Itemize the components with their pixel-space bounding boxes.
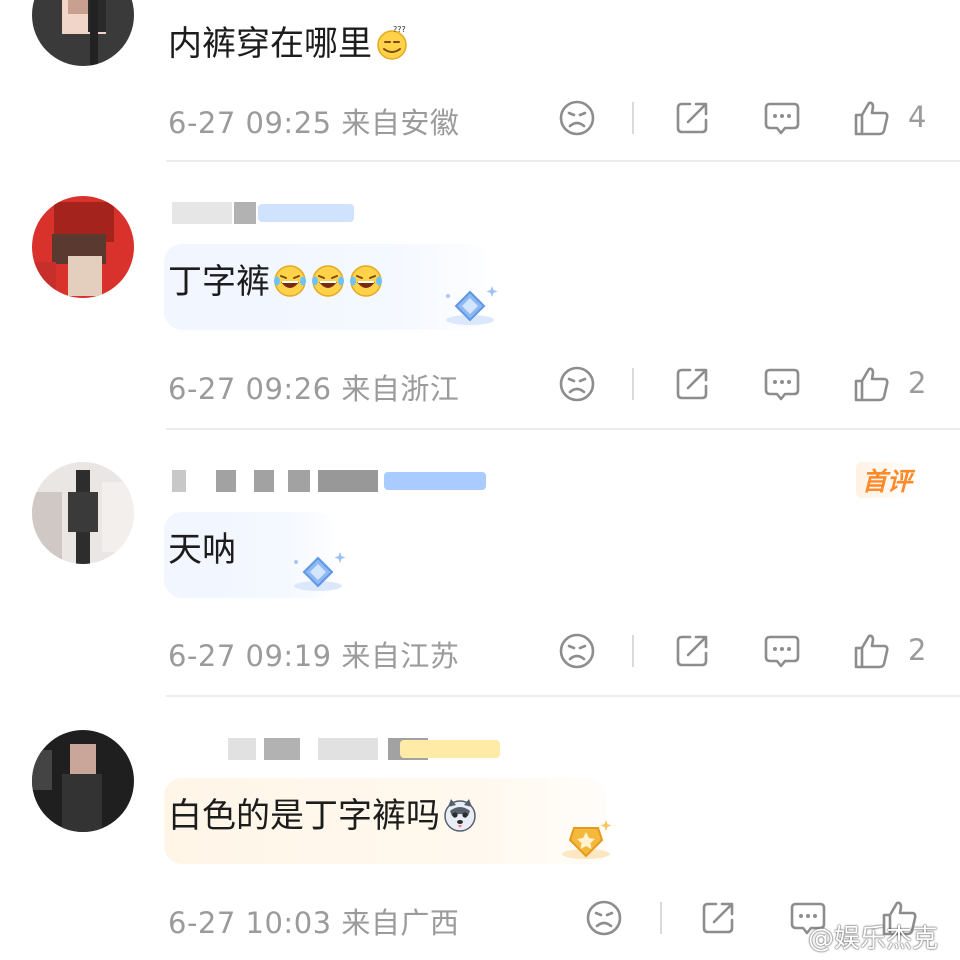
fan-badge	[384, 472, 486, 490]
husky-emoji	[442, 797, 478, 833]
divider	[166, 695, 960, 697]
sad-face-icon[interactable]	[557, 98, 597, 138]
comment-meta: 6-27 09:26 来自浙江	[168, 372, 460, 406]
laughing-tears-emoji	[310, 263, 346, 299]
comment-icon[interactable]	[762, 364, 802, 404]
share-icon[interactable]	[672, 631, 712, 671]
divider	[660, 902, 662, 934]
comment-text-content: 内裤穿在哪里	[168, 24, 372, 64]
comment-text-content: 丁字裤	[168, 262, 270, 302]
fan-badge	[400, 740, 500, 758]
comment-text-content: 白色的是丁字裤吗	[168, 796, 440, 836]
sad-face-icon[interactable]	[557, 631, 597, 671]
laughing-tears-emoji	[272, 263, 308, 299]
sad-face-icon[interactable]	[584, 898, 624, 938]
diamond-icon	[440, 282, 500, 332]
comment-meta: 6-27 10:03 来自广西	[168, 906, 460, 940]
share-icon[interactable]	[672, 364, 712, 404]
watermark: @娱乐杰克	[808, 924, 939, 954]
sweat-smile-emoji	[374, 25, 410, 61]
sad-face-icon[interactable]	[557, 364, 597, 404]
laughing-tears-emoji	[348, 263, 384, 299]
thumbs-up-icon[interactable]	[852, 631, 892, 671]
share-icon[interactable]	[698, 898, 738, 938]
comment-text: 天呐	[168, 530, 236, 570]
divider	[632, 102, 634, 134]
comment-text: 内裤穿在哪里	[168, 24, 410, 64]
comment-text: 丁字裤	[168, 262, 384, 302]
comment-icon[interactable]	[762, 98, 802, 138]
diamond-icon	[288, 548, 348, 598]
share-icon[interactable]	[672, 98, 712, 138]
divider	[632, 635, 634, 667]
thumbs-up-icon[interactable]	[852, 364, 892, 404]
divider	[632, 368, 634, 400]
comment-meta: 6-27 09:19 来自江苏	[168, 639, 460, 673]
comment-meta: 6-27 09:25 来自安徽	[168, 106, 460, 140]
comment-text: 白色的是丁字裤吗	[168, 796, 478, 836]
divider	[166, 160, 960, 162]
avatar[interactable]	[32, 730, 134, 832]
divider	[166, 428, 960, 430]
comment-icon[interactable]	[762, 631, 802, 671]
avatar[interactable]	[32, 196, 134, 298]
like-count: 4	[908, 100, 927, 134]
fan-badge	[258, 204, 354, 222]
like-count: 2	[908, 633, 927, 667]
avatar[interactable]	[32, 462, 134, 564]
comment-text-content: 天呐	[168, 530, 236, 570]
thumbs-up-icon[interactable]	[852, 98, 892, 138]
avatar[interactable]	[32, 0, 134, 66]
first-comment-badge: 首评	[856, 462, 919, 498]
gold-gem-icon	[556, 814, 616, 864]
like-count: 2	[908, 366, 927, 400]
